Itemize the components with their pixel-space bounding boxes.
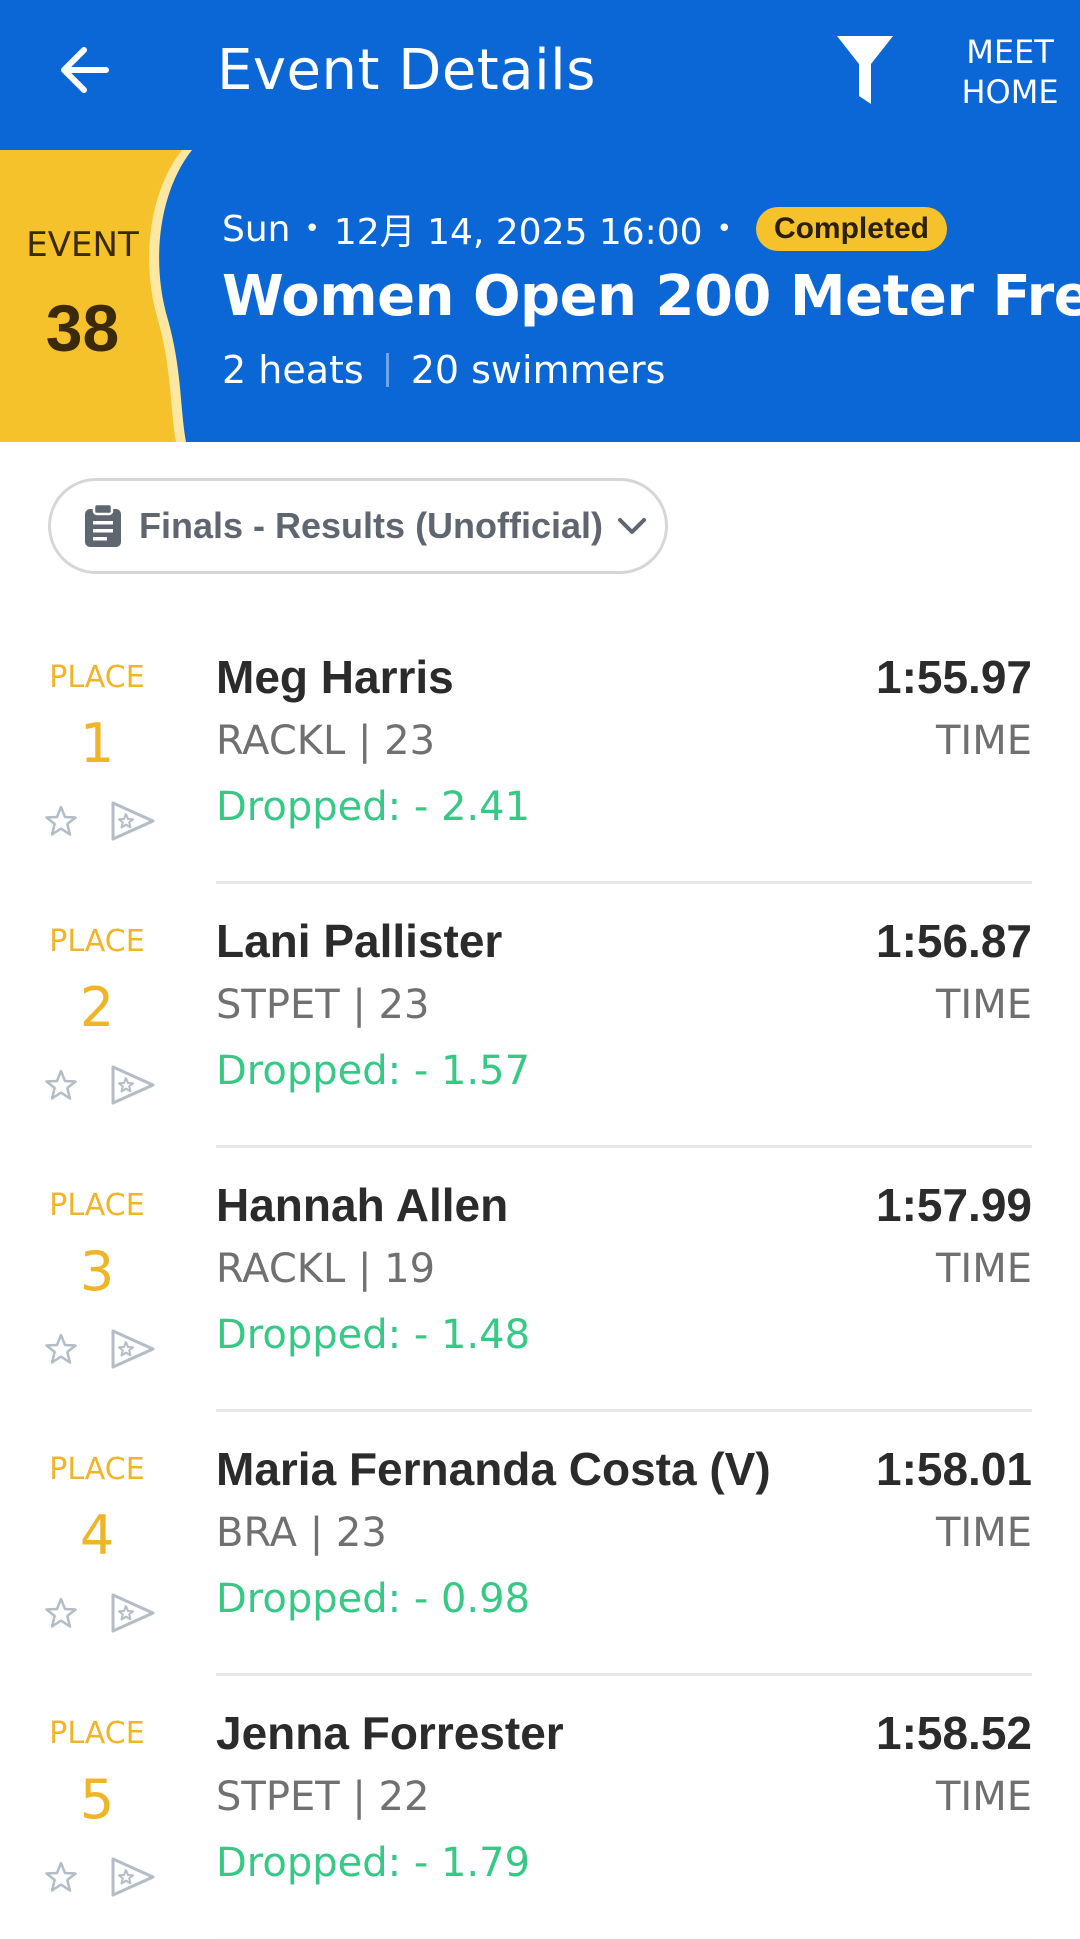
swim-time: 1:55.97 <box>875 651 1032 703</box>
swim-time: 1:56.87 <box>875 915 1032 967</box>
place-label: PLACE <box>49 924 145 959</box>
time-dropped: Dropped: - 0.98 <box>216 1576 531 1622</box>
favorite-button[interactable] <box>40 1328 82 1370</box>
favorite-button[interactable] <box>40 1856 82 1898</box>
time-dropped: Dropped: - 1.79 <box>216 1840 531 1886</box>
swim-time: 1:57.99 <box>875 1179 1032 1231</box>
event-number-badge: EVENT 38 <box>0 150 200 442</box>
result-row[interactable]: PLACE 1 Meg Harris RACKL | 23 Dropped: -… <box>0 620 1080 884</box>
place-number: 1 <box>79 712 115 775</box>
event-number: 38 <box>45 291 120 365</box>
status-badge: Completed <box>755 207 947 251</box>
place-label: PLACE <box>49 1716 145 1751</box>
results-type-dropdown[interactable]: Finals - Results (Unofficial) <box>48 478 668 574</box>
swimmer-name[interactable]: Lani Pallister <box>216 914 502 968</box>
event-summary: 2 heats 20 swimmers <box>222 348 665 392</box>
event-day: Sun <box>222 208 291 250</box>
star-outline-icon <box>45 805 77 836</box>
favorite-button[interactable] <box>40 1064 82 1106</box>
star-outline-icon <box>45 1069 77 1100</box>
event-header: EVENT 38 Sun • 12月 14, 2025 16:00 • Comp… <box>0 150 1080 442</box>
funnel-icon <box>837 36 893 104</box>
place-number: 3 <box>79 1240 115 1303</box>
time-label: TIME <box>935 1774 1032 1820</box>
swim-time: 1:58.01 <box>875 1443 1032 1495</box>
event-badge-label: EVENT <box>26 225 139 265</box>
share-button[interactable] <box>106 1058 160 1112</box>
meet-home-line1: MEET <box>966 33 1054 71</box>
time-dropped: Dropped: - 1.57 <box>216 1048 531 1094</box>
time-dropped: Dropped: - 1.48 <box>216 1312 531 1358</box>
result-row[interactable]: PLACE 4 Maria Fernanda Costa (V) BRA | 2… <box>0 1412 1080 1676</box>
share-button[interactable] <box>106 1850 160 1904</box>
results-type-label: Finals - Results (Unofficial) <box>139 505 604 546</box>
swimmer-name[interactable]: Hannah Allen <box>216 1178 508 1232</box>
scroll-fade <box>0 1899 1080 1939</box>
star-outline-icon <box>45 1861 77 1892</box>
place-number: 4 <box>79 1504 115 1567</box>
place-label: PLACE <box>49 660 145 695</box>
share-button[interactable] <box>106 1586 160 1640</box>
event-meta: Sun • 12月 14, 2025 16:00 • Completed <box>222 202 947 256</box>
swimmer-team-age: STPET | 23 <box>216 982 430 1028</box>
time-label: TIME <box>935 1510 1032 1556</box>
time-dropped: Dropped: - 2.41 <box>216 784 531 830</box>
flag-star-icon <box>111 1065 155 1105</box>
swimmer-name[interactable]: Jenna Forrester <box>216 1706 564 1760</box>
share-button[interactable] <box>106 1322 160 1376</box>
place-number: 5 <box>79 1768 115 1831</box>
flag-star-icon <box>111 1857 155 1897</box>
result-row[interactable]: PLACE 2 Lani Pallister STPET | 23 Droppe… <box>0 884 1080 1148</box>
back-button[interactable] <box>48 34 120 106</box>
filter-button[interactable] <box>830 30 900 110</box>
time-label: TIME <box>935 718 1032 764</box>
divider <box>385 353 389 387</box>
swim-time: 1:58.52 <box>875 1707 1032 1759</box>
swimmer-team-age: BRA | 23 <box>216 1510 387 1556</box>
flag-star-icon <box>111 1329 155 1369</box>
swimmer-team-age: RACKL | 19 <box>216 1246 436 1292</box>
app-bar: Event Details MEET HOME <box>0 0 1080 150</box>
separator-dot: • <box>716 214 732 244</box>
separator-dot: • <box>304 214 320 244</box>
arrow-left-icon <box>61 47 109 93</box>
page-title: Event Details <box>217 38 596 103</box>
star-outline-icon <box>45 1333 77 1364</box>
results-list: PLACE 1 Meg Harris RACKL | 23 Dropped: -… <box>0 620 1080 1939</box>
swimmer-name[interactable]: Maria Fernanda Costa (V) <box>216 1442 771 1496</box>
swimmer-name[interactable]: Meg Harris <box>216 650 454 704</box>
swimmer-team-age: RACKL | 23 <box>216 718 436 764</box>
favorite-button[interactable] <box>40 800 82 842</box>
favorite-button[interactable] <box>40 1592 82 1634</box>
star-outline-icon <box>45 1597 77 1628</box>
time-label: TIME <box>935 1246 1032 1292</box>
place-label: PLACE <box>49 1452 145 1487</box>
flag-star-icon <box>111 1593 155 1633</box>
event-datetime: 12月 14, 2025 16:00 <box>333 212 703 253</box>
swimmers-count: 20 swimmers <box>410 348 666 392</box>
flag-star-icon <box>111 801 155 841</box>
chevron-down-icon <box>618 518 647 534</box>
clipboard-icon <box>85 503 121 547</box>
time-label: TIME <box>935 982 1032 1028</box>
share-button[interactable] <box>106 794 160 848</box>
swimmer-team-age: STPET | 22 <box>216 1774 430 1820</box>
event-title: Women Open 200 Meter Free <box>222 264 1080 329</box>
meet-home-line2: HOME <box>961 73 1059 111</box>
meet-home-button[interactable]: MEET HOME <box>950 32 1070 112</box>
place-number: 2 <box>79 976 115 1039</box>
result-row[interactable]: PLACE 3 Hannah Allen RACKL | 19 Dropped:… <box>0 1148 1080 1412</box>
place-label: PLACE <box>49 1188 145 1223</box>
heats-count: 2 heats <box>222 348 364 392</box>
